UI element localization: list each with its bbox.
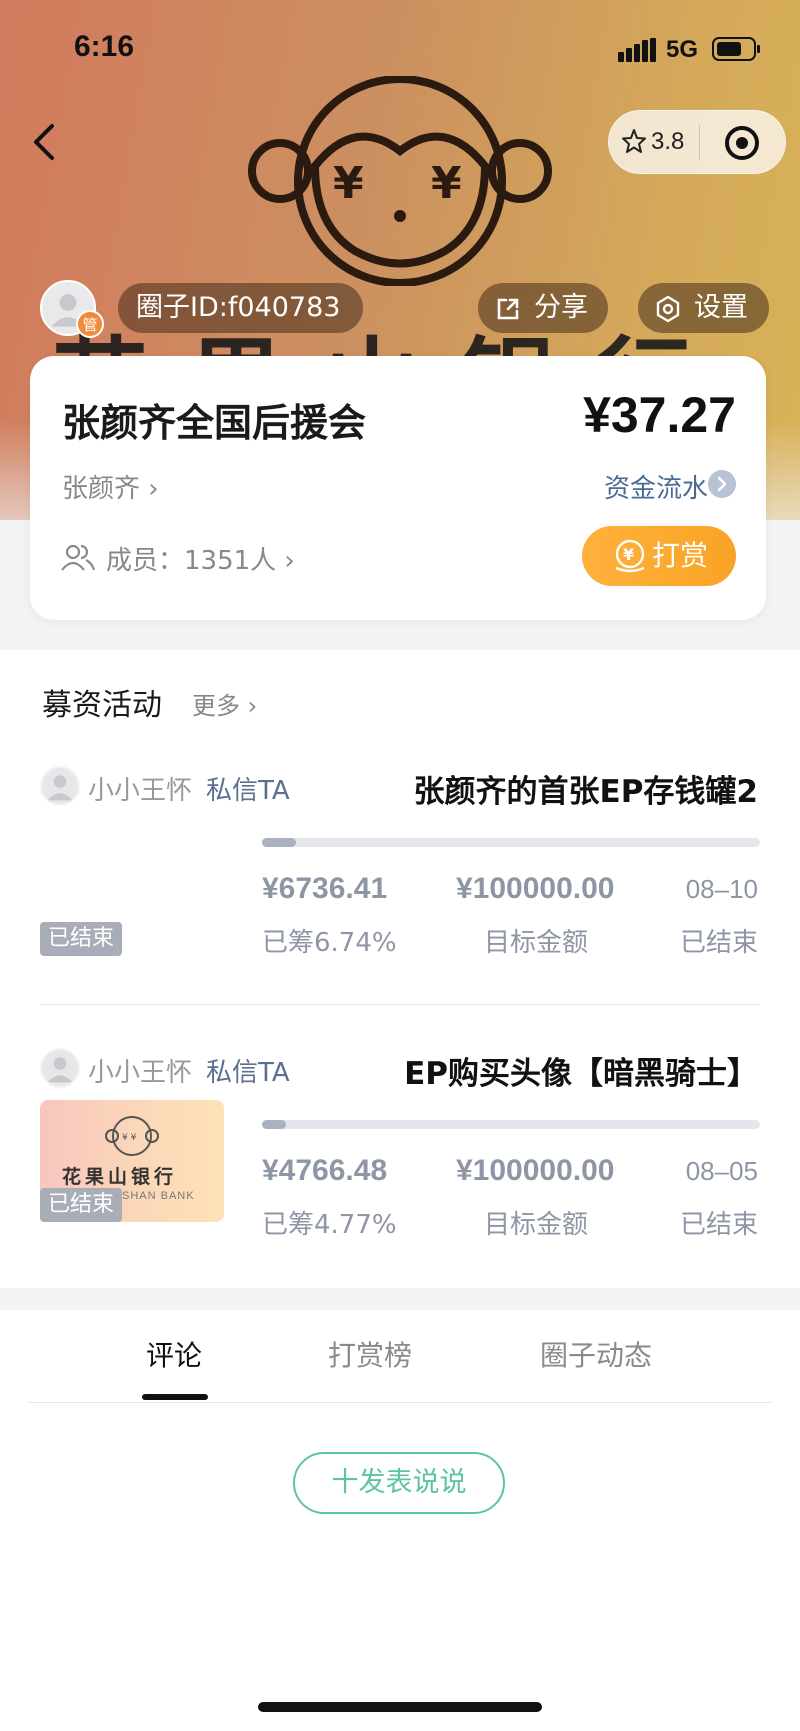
fund-title[interactable]: 张颜齐的首张EP存钱罐2	[414, 766, 758, 811]
back-arrow-icon[interactable]	[20, 112, 70, 172]
goal-amount: ¥100000.00	[456, 872, 615, 905]
fund-username: 小小王怀	[88, 1058, 193, 1088]
owner-link[interactable]: 张颜齐 ›	[62, 468, 159, 505]
share-label: 分享	[534, 292, 588, 323]
share-button[interactable]: 分享	[478, 283, 608, 333]
svg-text:¥: ¥	[623, 545, 634, 564]
section-gap	[0, 1288, 800, 1310]
raised-percent: 已筹6.74%	[262, 928, 397, 958]
circle-balance: ¥37.27	[583, 387, 736, 443]
fund-progress-bar	[262, 1120, 760, 1129]
goal-label: 目标金额	[484, 1210, 589, 1240]
fundraising-more-link[interactable]: 更多 ›	[192, 686, 257, 721]
ended-tag: 已结束	[40, 1188, 122, 1222]
fundraising-item[interactable]: 小小王怀 私信TA EP购买头像【暗黑骑士】 ¥ ¥ 花果山银行 SHAN BA…	[0, 1038, 800, 1308]
admin-badge: 管	[76, 310, 104, 338]
fund-progress-fill	[262, 838, 296, 847]
thumb-subtitle: SHAN BANK	[122, 1190, 195, 1202]
battery-icon	[712, 37, 760, 61]
home-indicator	[258, 1702, 542, 1712]
raised-percent: 已筹4.77%	[262, 1210, 397, 1240]
fund-date: 08–05	[685, 1156, 758, 1186]
thumb-logo-text: 花果山银行	[62, 1166, 178, 1188]
user-placeholder-icon	[47, 1057, 73, 1083]
fund-progress-bar	[262, 838, 760, 847]
chevron-right-circle-icon[interactable]	[708, 470, 736, 498]
fund-flow-link[interactable]: 资金流水	[604, 468, 708, 505]
reward-coin-icon: ¥	[615, 539, 645, 573]
reward-label: 打赏	[652, 539, 709, 572]
svg-text:¥: ¥	[333, 158, 364, 209]
raised-amount: ¥6736.41	[262, 872, 388, 905]
mini-program-capsule: 3.8	[608, 110, 786, 174]
status-time: 6:16	[74, 30, 135, 63]
avatar[interactable]	[40, 766, 80, 806]
circle-id-pill[interactable]: 圈子ID:f040783	[118, 283, 363, 333]
fundraising-item[interactable]: 小小王怀 私信TA 张颜齐的首张EP存钱罐2 已结束 ¥6736.41 ¥100…	[0, 756, 800, 1026]
network-type: 5G	[666, 36, 699, 63]
fund-title[interactable]: EP购买头像【暗黑骑士】	[404, 1048, 758, 1093]
fund-username: 小小王怀	[88, 776, 193, 806]
settings-button[interactable]: 设置	[638, 283, 769, 333]
reward-button[interactable]: ¥ 打赏	[582, 526, 736, 586]
fund-progress-fill	[262, 1120, 286, 1129]
fund-status: 已结束	[679, 928, 758, 958]
tab-circle-feed[interactable]: 圈子动态	[540, 1334, 652, 1374]
content-tabs: 评论 打赏榜 圈子动态	[0, 1310, 800, 1403]
goal-label: 目标金额	[484, 928, 589, 958]
post-status-button[interactable]: 十发表说说	[293, 1452, 505, 1514]
signal-icon	[618, 38, 656, 62]
private-message-link[interactable]: 私信TA	[206, 1052, 290, 1089]
fund-status: 已结束	[679, 1210, 758, 1240]
avatar[interactable]	[40, 1048, 80, 1088]
svg-text:¥: ¥	[431, 158, 462, 209]
capsule-divider	[699, 125, 700, 161]
fund-divider	[40, 1004, 760, 1005]
fund-date: 08–10	[685, 874, 758, 904]
share-icon	[497, 298, 519, 320]
svg-text:¥ ¥: ¥ ¥	[122, 1133, 137, 1143]
star-icon[interactable]	[621, 128, 647, 154]
private-message-link[interactable]: 私信TA	[206, 770, 290, 807]
tabs-divider	[28, 1402, 772, 1403]
status-bar: 6:16 5G	[0, 0, 800, 100]
active-tab-indicator	[142, 1394, 208, 1400]
goal-amount: ¥100000.00	[456, 1154, 615, 1187]
settings-icon	[656, 295, 680, 323]
fundraising-section-title: 募资活动	[42, 688, 162, 723]
monkey-logo-icon: ¥ ¥	[105, 1116, 159, 1156]
members-count-link[interactable]: 成员：1351人 ›	[106, 540, 295, 577]
rating-value[interactable]: 3.8	[651, 128, 684, 156]
settings-label: 设置	[694, 292, 748, 323]
ended-tag: 已结束	[40, 922, 122, 956]
members-icon	[61, 544, 96, 571]
circle-info-card: 张颜齐全国后援会 ¥37.27 张颜齐 › 资金流水 成员：1351人 › ¥ …	[30, 356, 766, 620]
tab-reward-ranking[interactable]: 打赏榜	[328, 1334, 412, 1374]
circle-name: 张颜齐全国后援会	[62, 401, 367, 445]
user-placeholder-icon	[47, 775, 73, 801]
raised-amount: ¥4766.48	[262, 1154, 388, 1187]
tab-comments[interactable]: 评论	[146, 1334, 202, 1374]
close-target-icon[interactable]	[722, 123, 762, 163]
monkey-logo-icon: ¥ ¥	[248, 76, 552, 286]
